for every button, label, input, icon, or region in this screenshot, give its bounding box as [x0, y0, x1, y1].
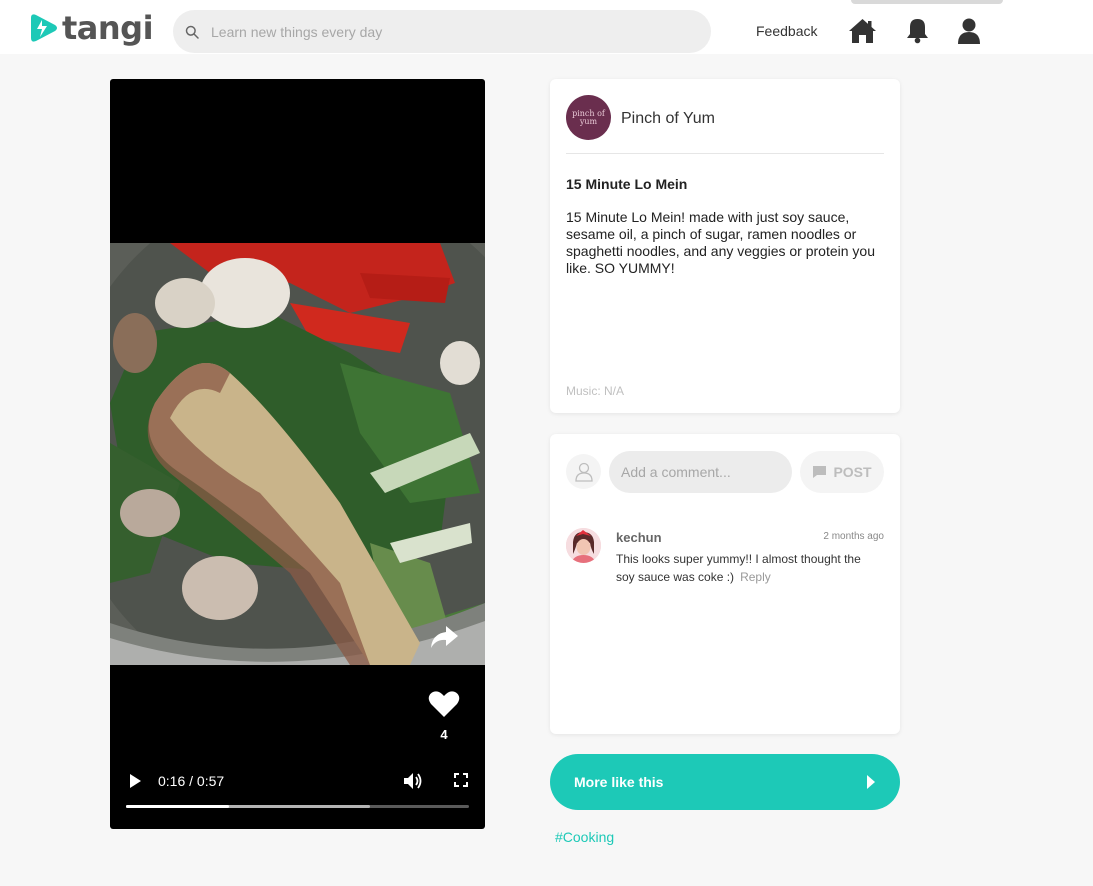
commenter-avatar-image [566, 528, 601, 563]
comment-text: This looks super yummy!! I almost though… [616, 552, 861, 584]
post-title: 15 Minute Lo Mein [566, 176, 688, 192]
divider [566, 153, 884, 154]
play-icon[interactable] [128, 773, 142, 789]
reply-link[interactable]: Reply [740, 570, 771, 584]
more-like-this-button[interactable]: More like this [550, 754, 900, 810]
user-icon[interactable] [957, 18, 981, 44]
post-button-label: POST [833, 464, 872, 480]
video-progress-bar[interactable] [126, 805, 469, 808]
comment-input[interactable] [609, 451, 792, 493]
fullscreen-icon[interactable] [454, 773, 468, 787]
post-comment-button[interactable]: POST [800, 451, 884, 493]
commenter-avatar[interactable] [566, 528, 601, 563]
heart-icon[interactable] [428, 690, 460, 718]
author-avatar-logo: pinch of yum [572, 108, 605, 126]
volume-icon[interactable] [403, 772, 423, 790]
video-time: 0:16 / 0:57 [158, 773, 225, 789]
comments-card: POST kechun 2 months ago This looks supe… [550, 434, 900, 734]
bell-icon[interactable] [906, 17, 929, 44]
search-bar[interactable] [173, 10, 711, 53]
more-like-this-label: More like this [574, 774, 664, 790]
tangi-logo[interactable]: tangi [27, 9, 154, 47]
like-count: 4 [440, 727, 448, 742]
top-navbar: tangi Feedback [0, 0, 1093, 54]
comment-username[interactable]: kechun [616, 530, 662, 545]
search-icon [185, 25, 199, 39]
video-player[interactable]: 4 0:16 / 0:57 [110, 79, 485, 829]
current-user-avatar [566, 454, 601, 489]
author-name[interactable]: Pinch of Yum [621, 110, 715, 128]
dropdown-edge [851, 0, 1003, 4]
feedback-link[interactable]: Feedback [756, 23, 817, 39]
user-outline-icon [574, 462, 593, 482]
logo-play-icon [31, 14, 57, 42]
logo-text: tangi [62, 9, 154, 47]
post-info-card: pinch of yum Pinch of Yum 15 Minute Lo M… [550, 79, 900, 413]
video-frame-image [110, 243, 485, 665]
hashtag-link[interactable]: #Cooking [555, 829, 614, 845]
music-credit: Music: N/A [566, 384, 625, 398]
play-arrow-icon [867, 775, 875, 789]
search-input[interactable] [211, 23, 691, 40]
comment-body: This looks super yummy!! I almost though… [616, 550, 878, 586]
comment-timestamp: 2 months ago [823, 531, 884, 542]
progress-played [126, 805, 229, 808]
comment-icon [813, 466, 827, 478]
author-avatar[interactable]: pinch of yum [566, 95, 611, 140]
share-icon[interactable] [428, 624, 460, 650]
home-icon[interactable] [848, 17, 877, 44]
post-description: 15 Minute Lo Mein! made with just soy sa… [566, 209, 875, 276]
